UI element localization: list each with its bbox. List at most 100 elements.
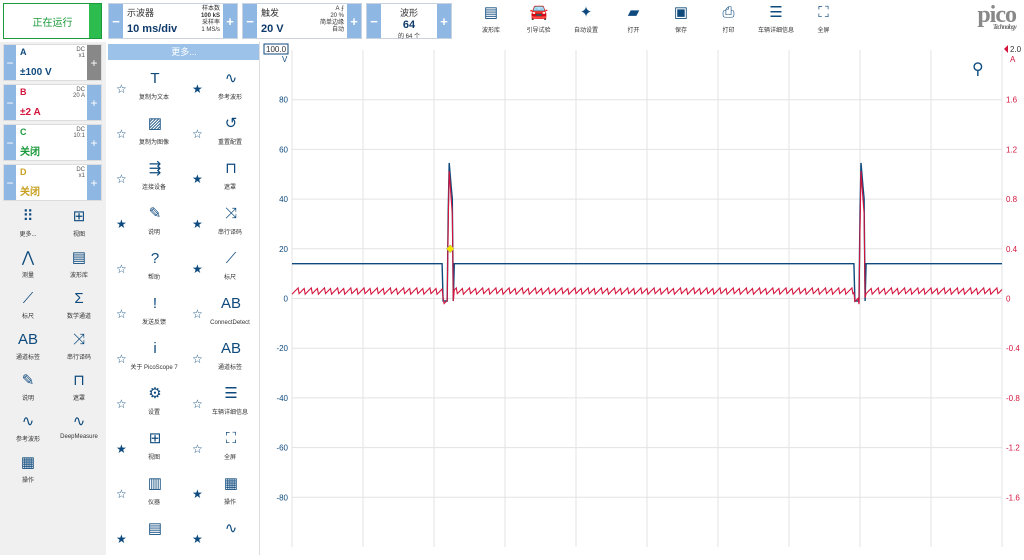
more-menu-item[interactable]: ☆ ⇶ 连接设备 [108,156,184,202]
more-menu-item[interactable]: ☆ ☰ 车辆详细信息 [184,381,259,427]
left-tool-clapper[interactable]: ▦ 操作 [3,452,53,490]
left-tool-mask[interactable]: ⊓ 遮罩 [54,370,104,408]
more-menu-item[interactable]: ★ ✎ 说明 [108,201,184,247]
more-menu-item[interactable]: ☆! 发送反馈 [108,291,184,337]
toolbar-save-button[interactable]: ▣ 保存 [658,3,704,39]
waveform-prev-button[interactable]: − [367,4,381,38]
timebase-minus-button[interactable]: − [109,4,123,38]
channel-range-down-button[interactable]: − [4,165,16,200]
more-menu-item-label: 全屏 [223,455,236,461]
left-tool-sigma[interactable]: Σ 数学通道 [54,288,104,326]
channel-a-control[interactable]: − A DC x1 ±100 V + [3,44,102,81]
channel-d-control[interactable]: − D DC x1 关闭 + [3,164,102,201]
more-menu-item[interactable]: ☆? 帮助 [108,246,184,292]
channel-range-down-button[interactable]: − [4,125,16,160]
left-tool-view-grid[interactable]: ⊞ 视图 [54,206,104,244]
channel-range-up-button[interactable]: + [87,165,101,200]
sample-rate-label: 采样率 [201,20,220,26]
channel-range: ±2 A [20,107,41,118]
more-menu-item-label: 复制为文本 [138,95,169,101]
print-icon: ⎙ [722,4,735,21]
timebase-value[interactable]: 10 ms/div [127,23,177,35]
channel-c-control[interactable]: − C DC 10:1 关闭 + [3,124,102,161]
channel-range-down-button[interactable]: − [4,45,16,80]
more-menu-item[interactable]: ☆ ▥ 仪器 [108,471,184,517]
waveform-control: − 波形 64 的 64 个 + [366,3,452,40]
stack-icon: ▤ [483,4,499,21]
more-menu-item[interactable]: ☆ i 关于 PicoScope 7 [108,336,184,382]
left-tool-ruler[interactable]: ⟋ 标尺 [3,288,53,326]
toolbar-tool-label: 打开 [627,28,640,34]
run-stop-button[interactable]: 正在运行 [3,3,102,39]
left-tool-serial-decode[interactable]: ⤨ 串行译码 [54,329,104,367]
channel-range-up-button[interactable]: + [87,125,101,160]
more-menu-item-label: 仪器 [147,500,160,506]
rising-edge-icon: ⨍ [340,6,344,12]
trigger-level[interactable]: 20 V [261,23,284,35]
abcd-icon: AB [17,331,38,348]
more-menu-item[interactable]: ★ ⊞ 视图 [108,426,184,472]
more-menu-item[interactable]: ☆ ⛶ 全屏 [184,426,259,472]
left-tool-reference-wave[interactable]: ∿ 参考波形 [3,411,53,449]
trigger-minus-button[interactable]: − [243,4,257,38]
right-axis-tick-label: -0.8 [1006,394,1020,403]
timebase-plus-button[interactable]: + [223,4,237,38]
waveform-next-button[interactable]: + [437,4,451,38]
toolbar-print-button[interactable]: ⎙ 打印 [706,3,752,39]
waveform-index[interactable]: 64 [385,19,433,31]
toolbar-stack-button[interactable]: ▤ 波形库 [468,3,514,39]
gear-icon: ⚙ [148,385,162,402]
channel-range: 关闭 [20,147,40,158]
more-menu-item[interactable]: ☆ ↺ 重置配置 [184,111,259,157]
ruler-icon: ⟋ [225,250,237,267]
more-menu-item[interactable]: ★ ⤨ 串行译码 [184,201,259,247]
fullscreen-icon: ⛶ [225,430,237,447]
left-panel: − A DC x1 ±100 V + − B DC 20 A ±2 A + − C DC 10:1 关闭 + − D D… [0,42,106,555]
toolbar-tool-label: 波形库 [481,28,500,34]
more-menu-item[interactable]: ★ ▦ 操作 [184,471,259,517]
channel-b-control[interactable]: − B DC 20 A ±2 A + [3,84,102,121]
more-menu-item[interactable]: ★ ∿ 参考波形 [184,66,259,112]
more-menu-item[interactable]: ☆ ▨ 复制为图像 [108,111,184,157]
sample-info: 样本数 100 kS 采样率 1 MS/s [201,6,220,34]
trigger-control: − 触发 A ⨍ 20 % 简单边缘 自动 20 V + [242,3,362,39]
toolbar-fullscreen-button[interactable]: ⛶ 全屏 [801,3,847,39]
waveform-count: 的 64 个 [397,34,420,40]
star-filled-icon[interactable]: ★ [192,532,203,546]
left-axis-tick-label: 20 [279,245,288,254]
more-menu-item[interactable]: ☆ ⚙ 设置 [108,381,184,427]
scope-chart[interactable]: 80 60 40 20 0 -20 -40 -60 -80 1.6 1.2 0.8 0.4 0 -0.4 -0… [262,42,1024,555]
more-menu-header[interactable]: 更多... [108,44,259,60]
clipboard-icon: ☰ [224,385,238,402]
more-menu-item[interactable]: ★ ⊓ 遮罩 [184,156,259,202]
left-tool-abcd[interactable]: AB 通道标签 [3,329,53,367]
more-menu-item[interactable]: ★ ▤ [108,516,184,555]
toolbar-folder-button[interactable]: ▰ 打开 [611,3,657,39]
more-menu-item[interactable]: ☆ T 复制为文本 [108,66,184,112]
toolbar-car-button[interactable]: 🚘 引导试验 [516,3,562,39]
left-tool-note[interactable]: ✎ 说明 [3,370,53,408]
left-axis-tick-label: 40 [279,195,288,204]
toolbar-clipboard-button[interactable]: ☰ 车辆详细信息 [753,3,799,39]
channel-range-down-button[interactable]: − [4,85,16,120]
more-menu-item-label: 视图 [147,455,160,461]
more-menu-item[interactable]: ☆ AB ConnectDetect [184,291,259,337]
channel-range-up-button[interactable]: + [87,45,101,80]
run-label: 正在运行 [32,17,73,29]
more-menu-item[interactable]: ☆ AB 通道标签 [184,336,259,382]
left-tool-stack[interactable]: ▤ 波形库 [54,247,104,285]
left-tool-more-grid[interactable]: ⠿ 更多... [3,206,53,244]
more-menu-item[interactable]: ★ ⟋ 标尺 [184,246,259,292]
right-axis-tick-label: 0.4 [1006,245,1018,254]
scope-timebase-control: − 示波器 样本数 100 kS 采样率 1 MS/s 10 ms/div + [108,3,238,39]
left-tool-label: 更多... [19,232,37,238]
trigger-plus-button[interactable]: + [347,4,361,38]
more-menu-item[interactable]: ★ ∿ [184,516,259,555]
more-menu-item-label: 复制为图像 [138,140,169,146]
channel-range-up-button[interactable]: + [87,85,101,120]
star-filled-icon[interactable]: ★ [116,532,127,546]
view-grid-icon: ⊞ [148,430,162,447]
left-tool-compass[interactable]: ⋀ 测量 [3,247,53,285]
toolbar-wand-button[interactable]: ✦ 自动设置 [563,3,609,39]
left-tool-deepmeasure[interactable]: ∿ DeepMeasure [54,411,104,449]
